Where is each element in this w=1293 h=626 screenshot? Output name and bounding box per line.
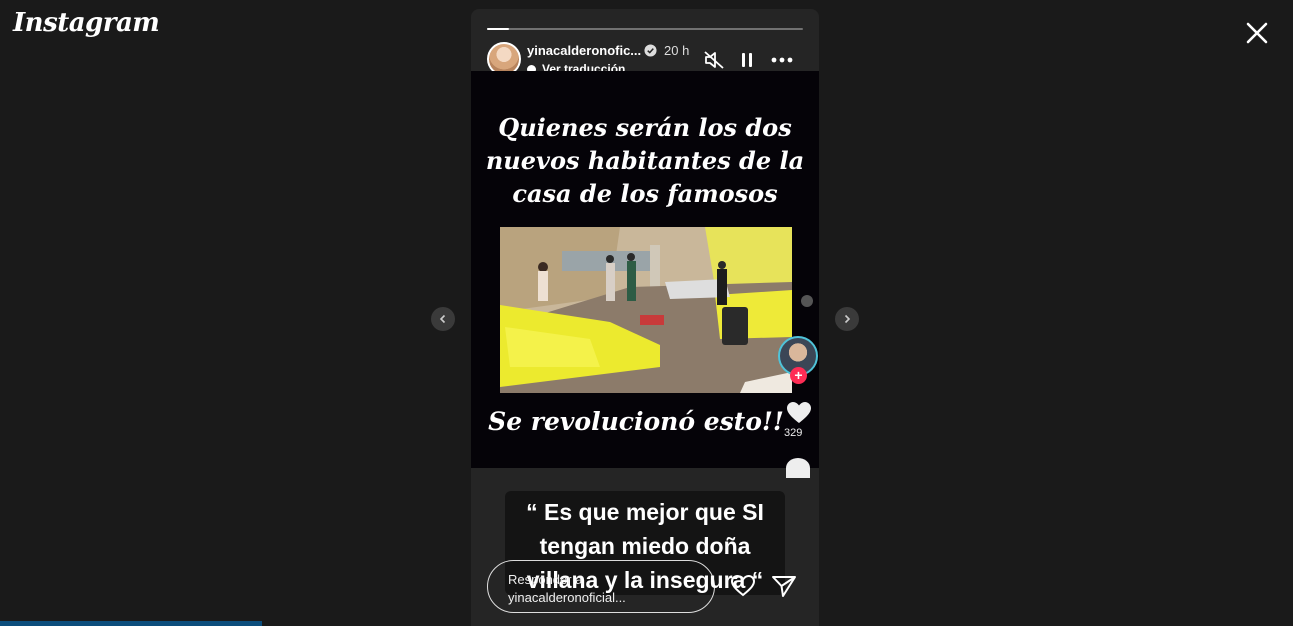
- chevron-left-icon: [439, 314, 446, 324]
- like-button[interactable]: [730, 574, 756, 598]
- comments-icon[interactable]: [786, 458, 810, 478]
- media-headline: Quienes serán los dos nuevos habitantes …: [485, 113, 805, 208]
- speaker-muted-icon: [704, 51, 724, 69]
- close-icon[interactable]: [1244, 20, 1270, 46]
- more-options-button[interactable]: [771, 49, 793, 71]
- pause-icon: [742, 53, 752, 67]
- loading-bar: [0, 621, 262, 626]
- video-frame-image: [500, 227, 792, 393]
- follow-plus-icon[interactable]: +: [790, 367, 807, 384]
- mute-button[interactable]: [703, 49, 725, 71]
- story-progress-bar: [487, 28, 803, 30]
- story-timestamp: 20 h: [664, 43, 690, 58]
- indicator-dot: [801, 295, 813, 307]
- verified-badge-icon: [644, 44, 657, 57]
- story-progress-fill: [487, 28, 510, 30]
- share-button[interactable]: [771, 574, 797, 598]
- chevron-right-icon: [844, 314, 851, 324]
- story-username[interactable]: yinacalderonofic...: [527, 43, 641, 58]
- heart-icon[interactable]: [786, 401, 812, 425]
- story-media[interactable]: Quienes serán los dos nuevos habitantes …: [471, 71, 819, 478]
- send-icon: [772, 576, 796, 597]
- story-viewer[interactable]: yinacalderonofic... 20 h Ver traducción: [471, 9, 819, 626]
- instagram-logo[interactable]: Instagram: [13, 8, 160, 38]
- pause-button[interactable]: [736, 49, 758, 71]
- ellipsis-icon: [771, 57, 793, 63]
- previous-story-button[interactable]: [431, 307, 455, 331]
- next-story-button[interactable]: [835, 307, 859, 331]
- heart-outline-icon: [730, 574, 756, 597]
- reply-input[interactable]: Responder a yinacalderonoficial...: [487, 560, 715, 613]
- media-caption: Se revolucionó esto!!: [488, 407, 784, 436]
- like-count: 329: [784, 427, 803, 439]
